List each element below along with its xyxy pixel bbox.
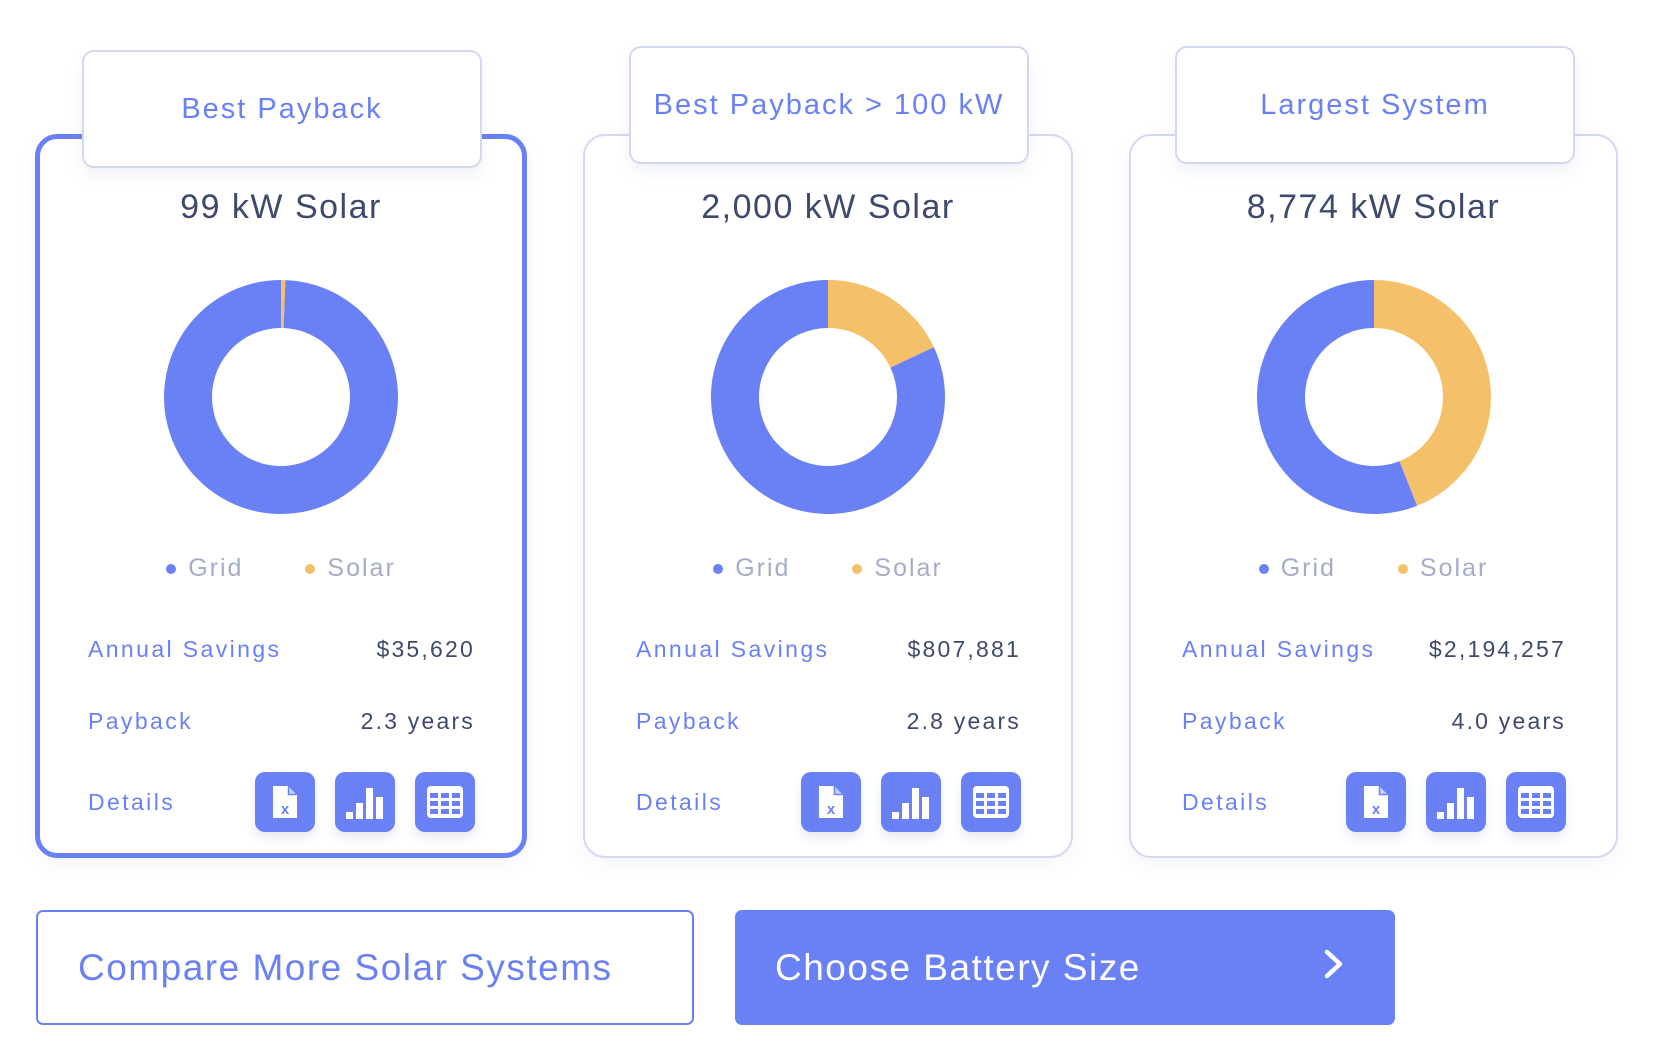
view-chart-button[interactable]: [1426, 772, 1486, 832]
details-label: Details: [1182, 788, 1270, 815]
card-tag-label: Best Payback: [181, 92, 383, 125]
legend-item-solar: Solar: [852, 554, 942, 583]
legend-dot-solar: [1397, 563, 1408, 574]
legend-dot-solar: [305, 563, 316, 574]
annual-savings-value: $2,194,257: [1428, 636, 1566, 662]
bar-chart-icon: [892, 785, 930, 819]
donut-chart: [711, 280, 945, 514]
payback-value: 2.3 years: [360, 708, 475, 734]
chart-legend: Grid Solar: [1131, 554, 1616, 583]
solar-option-card-3[interactable]: 8,774 kW Solar Grid Solar Annual Savings…: [1129, 134, 1618, 858]
view-table-button[interactable]: [1506, 772, 1566, 832]
details-row: Details x: [1182, 772, 1566, 832]
view-table-button[interactable]: [415, 772, 475, 832]
payback-label: Payback: [636, 708, 742, 734]
card-tag-largest-system: Largest System: [1175, 46, 1575, 164]
details-row: Details x: [88, 772, 475, 832]
details-icon-group: x: [1346, 772, 1566, 832]
legend-dot-solar: [852, 563, 863, 574]
details-label: Details: [636, 788, 724, 815]
choose-battery-size-button[interactable]: Choose Battery Size: [735, 910, 1395, 1025]
annual-savings-value: $35,620: [376, 636, 475, 662]
excel-file-icon: x: [1364, 786, 1388, 818]
legend-dot-grid: [166, 563, 177, 574]
card-title: 8,774 kW Solar: [1246, 188, 1501, 226]
details-icon-group: x: [255, 772, 475, 832]
payback-label: Payback: [1182, 708, 1288, 734]
details-row: Details x: [636, 772, 1021, 832]
annual-savings-row: Annual Savings $2,194,257: [1182, 636, 1566, 663]
legend-label: Solar: [1419, 554, 1489, 582]
card-tag-best-payback: Best Payback: [82, 50, 482, 168]
details-icon-group: x: [801, 772, 1021, 832]
download-excel-button[interactable]: x: [1346, 772, 1406, 832]
annual-savings-row: Annual Savings $35,620: [88, 636, 475, 663]
chart-legend: Grid Solar: [40, 554, 522, 583]
compare-more-solar-systems-button[interactable]: Compare More Solar Systems: [36, 910, 694, 1025]
svg-text:x: x: [827, 801, 836, 818]
download-excel-button[interactable]: x: [801, 772, 861, 832]
legend-label: Solar: [327, 554, 396, 582]
legend-item-solar: Solar: [305, 554, 395, 583]
donut-slice-solar: [828, 280, 934, 368]
svg-text:x: x: [281, 801, 290, 818]
card-tag-best-payback-over-100kw: Best Payback > 100 kW: [629, 46, 1029, 164]
legend-item-grid: Grid: [713, 554, 790, 583]
legend-label: Grid: [1280, 554, 1336, 582]
payback-row: Payback 4.0 years: [1182, 708, 1566, 735]
chart-legend: Grid Solar: [585, 554, 1071, 583]
battery-button-label: Choose Battery Size: [775, 946, 1141, 988]
table-icon: [1518, 786, 1554, 818]
view-chart-button[interactable]: [335, 772, 395, 832]
view-table-button[interactable]: [961, 772, 1021, 832]
table-icon: [427, 786, 463, 818]
legend-label: Grid: [735, 554, 791, 582]
bar-chart-icon: [1437, 785, 1475, 819]
compare-button-label: Compare More Solar Systems: [78, 946, 613, 988]
legend-label: Grid: [188, 554, 244, 582]
download-excel-button[interactable]: x: [255, 772, 315, 832]
legend-dot-grid: [1258, 563, 1269, 574]
view-chart-button[interactable]: [881, 772, 941, 832]
payback-row: Payback 2.8 years: [636, 708, 1021, 735]
donut-chart: [1256, 280, 1491, 514]
payback-value: 2.8 years: [906, 708, 1021, 734]
donut-chart: [164, 280, 398, 514]
annual-savings-label: Annual Savings: [636, 636, 830, 662]
annual-savings-row: Annual Savings $807,881: [636, 636, 1021, 663]
donut-slice-grid: [164, 280, 398, 514]
bar-chart-icon: [346, 785, 384, 819]
card-tag-label: Best Payback > 100 kW: [653, 88, 1005, 121]
annual-savings-value: $807,881: [907, 636, 1021, 662]
card-title: 2,000 kW Solar: [701, 188, 955, 226]
annual-savings-label: Annual Savings: [1182, 636, 1376, 662]
legend-item-grid: Grid: [1258, 554, 1336, 583]
card-title: 99 kW Solar: [180, 188, 382, 226]
annual-savings-label: Annual Savings: [88, 636, 282, 662]
svg-text:x: x: [1372, 801, 1381, 818]
chevron-right-icon: [1323, 947, 1345, 989]
legend-dot-grid: [713, 563, 724, 574]
solar-option-card-2[interactable]: 2,000 kW Solar Grid Solar Annual Savings…: [583, 134, 1073, 858]
payback-row: Payback 2.3 years: [88, 708, 475, 735]
payback-label: Payback: [88, 708, 194, 734]
table-icon: [973, 786, 1009, 818]
payback-value: 4.0 years: [1451, 708, 1566, 734]
excel-file-icon: x: [819, 786, 843, 818]
details-label: Details: [88, 788, 176, 815]
excel-file-icon: x: [273, 786, 297, 818]
legend-label: Solar: [874, 554, 943, 582]
legend-item-grid: Grid: [166, 554, 243, 583]
legend-item-solar: Solar: [1397, 554, 1489, 583]
solar-option-card-1[interactable]: 99 kW Solar Grid Solar Annual Savings $3…: [35, 134, 527, 858]
card-tag-label: Largest System: [1260, 88, 1490, 121]
